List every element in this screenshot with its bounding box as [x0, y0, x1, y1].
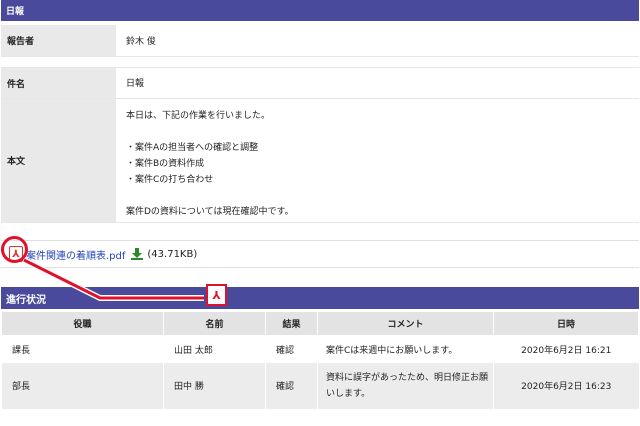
body-line: ・案件Bの資料作成	[126, 159, 205, 169]
attachment-size: (43.71KB)	[147, 248, 198, 260]
body-line	[126, 188, 629, 204]
reporter-label: 報告者	[1, 25, 116, 56]
subject-label: 件名	[1, 68, 116, 98]
progress-section-title: 進行状況	[6, 294, 46, 306]
column-header-role: 役職	[1, 311, 164, 336]
subject-value: 日報	[126, 79, 145, 89]
column-header-comment: コメント	[317, 311, 494, 336]
cell-role: 部長	[1, 362, 164, 409]
body-line: 案件Dの資料については現在確認中です。	[126, 207, 294, 217]
cell-comment: 資料に誤字があったため、明日修正お願いします。	[317, 362, 494, 409]
annotation-pdf-icon: ⅄	[206, 284, 227, 306]
table-header-row: 役職 名前 結果 コメント 日時	[1, 311, 639, 336]
cell-result: 確認	[265, 362, 318, 409]
annotation-circle	[1, 236, 28, 263]
cell-role: 課長	[1, 335, 164, 363]
subject-row: 件名 日報	[1, 67, 639, 99]
download-icon[interactable]	[131, 248, 144, 260]
cell-result: 確認	[265, 335, 318, 363]
reporter-value: 鈴木 俊	[126, 37, 156, 47]
column-header-datetime: 日時	[493, 311, 639, 336]
body-line: ・案件Cの打ち合わせ	[126, 175, 214, 185]
cell-name: 田中 勝	[163, 362, 266, 409]
column-header-name: 名前	[163, 311, 266, 336]
body-label: 本文	[1, 99, 116, 222]
body-line	[126, 124, 629, 140]
table-row: 課長 山田 太郎 確認 案件Cは来週中にお願いします。 2020年6月2日 16…	[1, 335, 639, 363]
body-text: 本日は、下記の作業を行いました。 ・案件Aの担当者への確認と調整 ・案件Bの資料…	[116, 99, 639, 222]
body-row: 本文 本日は、下記の作業を行いました。 ・案件Aの担当者への確認と調整 ・案件B…	[1, 99, 639, 223]
cell-datetime: 2020年6月2日 16:23	[493, 362, 639, 409]
attachment-link[interactable]: 案件関連の着順表.pdf	[26, 247, 125, 262]
column-header-result: 結果	[265, 311, 318, 336]
attachment-row: ⅄ 案件関連の着順表.pdf (43.71KB)	[1, 240, 639, 268]
reporter-row: 報告者 鈴木 俊	[1, 25, 639, 57]
cell-comment: 案件Cは来週中にお願いします。	[317, 335, 494, 363]
cell-name: 山田 太郎	[163, 335, 266, 363]
report-section-header: 日報	[1, 0, 639, 21]
cell-datetime: 2020年6月2日 16:21	[493, 335, 639, 363]
progress-section-header: 進行状況	[1, 287, 639, 309]
body-line: 本日は、下記の作業を行いました。	[126, 111, 271, 121]
body-line: ・案件Aの担当者への確認と調整	[126, 143, 259, 153]
report-section-title: 日報	[6, 7, 25, 17]
progress-table: 役職 名前 結果 コメント 日時 課長 山田 太郎 確認 案件Cは来週中にお願い…	[1, 311, 639, 409]
table-row: 部長 田中 勝 確認 資料に誤字があったため、明日修正お願いします。 2020年…	[1, 362, 639, 409]
